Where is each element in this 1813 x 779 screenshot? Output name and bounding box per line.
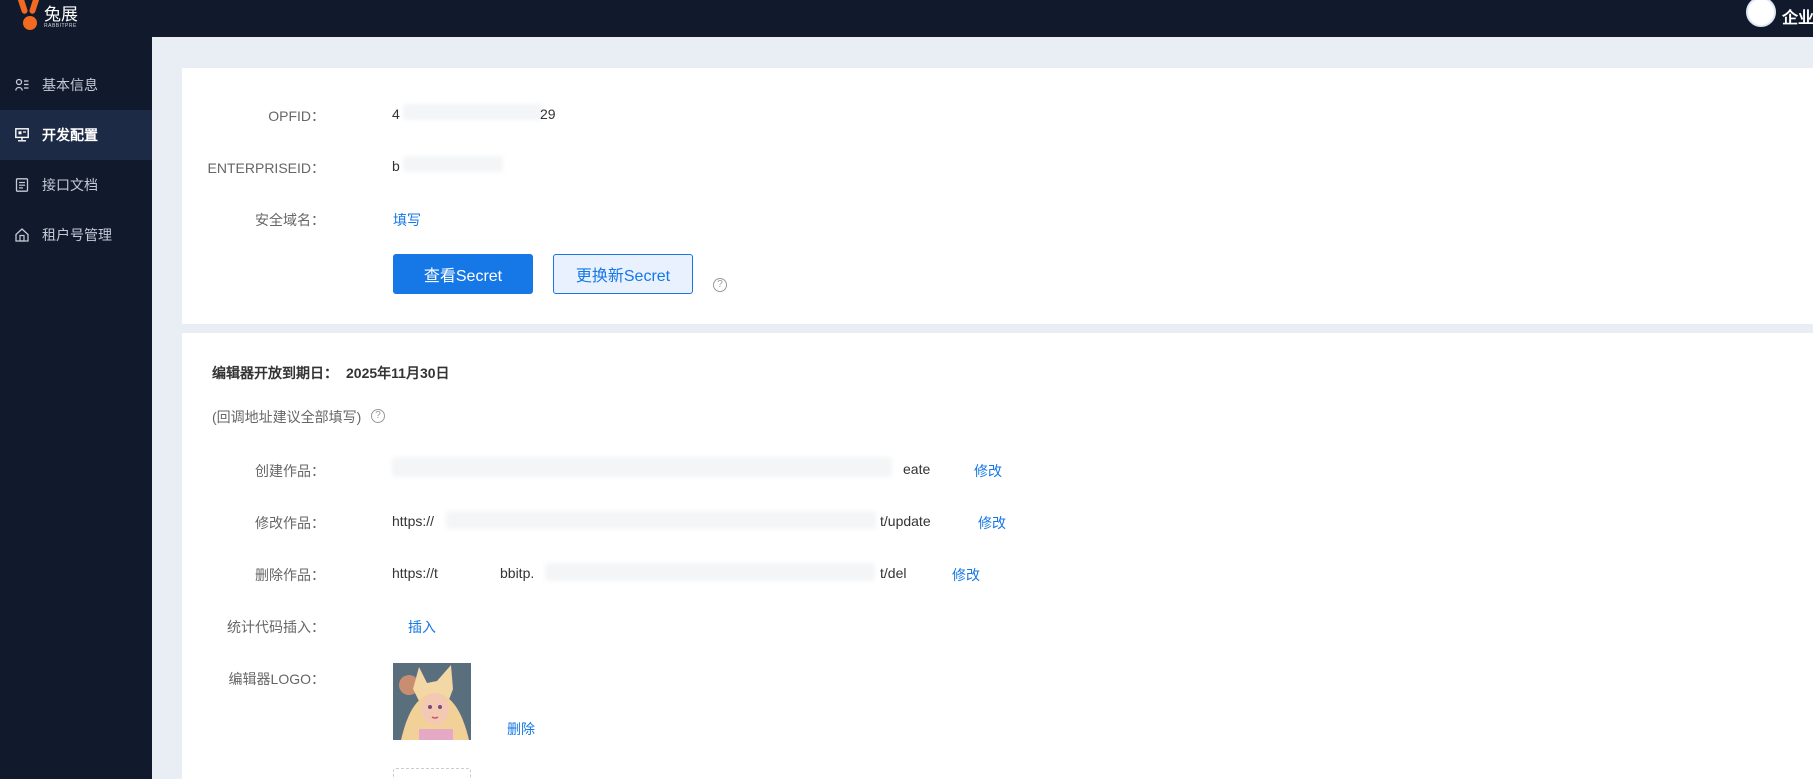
- enterpriseid-label: ENTERPRISEID：: [207, 160, 325, 176]
- editor-expiry-date: 2025年11月30日: [346, 365, 450, 381]
- sidebar-item-api-docs[interactable]: 接口文档: [0, 160, 152, 210]
- create-work-label: 创建作品：: [255, 463, 325, 479]
- redacted-overlay: [545, 563, 875, 581]
- opfid-value-start: 4: [392, 106, 400, 122]
- sidebar-item-label: 租户号管理: [42, 227, 112, 243]
- delete-work-url-end: t/del: [880, 565, 907, 581]
- sidebar-item-tenant-management[interactable]: 租户号管理: [0, 210, 152, 260]
- logo-text: 兔展: [44, 5, 78, 24]
- delete-work-label: 删除作品：: [255, 567, 325, 583]
- user-profile-icon: [15, 78, 29, 92]
- redacted-overlay: [403, 104, 543, 120]
- sidebar: 基本信息 开发配置 接口文档 租户号管理: [0, 37, 152, 779]
- editor-logo-label: 编辑器LOGO：: [228, 671, 325, 687]
- update-work-url-end: t/update: [880, 513, 931, 529]
- rabbit-logo-icon: [17, 0, 42, 32]
- upload-box[interactable]: [393, 768, 471, 779]
- stats-code-label: 统计代码插入：: [227, 619, 325, 635]
- redacted-overlay: [446, 511, 876, 529]
- editor-expiry-label: 编辑器开放到期日：: [212, 365, 338, 381]
- delete-work-edit-link[interactable]: 修改: [952, 565, 980, 585]
- document-icon: [15, 178, 29, 192]
- editor-logo-delete-link[interactable]: 删除: [507, 719, 535, 739]
- stats-code-insert-link[interactable]: 插入: [408, 617, 436, 637]
- view-secret-button[interactable]: 查看Secret: [393, 254, 533, 294]
- sidebar-item-label: 基本信息: [42, 77, 98, 93]
- redacted-overlay: [392, 457, 892, 477]
- enterpriseid-value: b: [392, 158, 400, 174]
- create-work-edit-link[interactable]: 修改: [974, 461, 1002, 481]
- update-work-url-start: https://: [392, 513, 435, 529]
- brand-logo[interactable]: 兔展 RABBITPRE: [17, 0, 78, 34]
- sidebar-item-label: 接口文档: [42, 177, 98, 193]
- sidebar-item-label: 开发配置: [42, 127, 98, 143]
- renew-secret-button[interactable]: 更换新Secret: [553, 254, 693, 294]
- redacted-overlay: [403, 156, 503, 172]
- help-icon[interactable]: ?: [713, 278, 727, 292]
- delete-work-url-start: https://t: [392, 565, 438, 581]
- avatar[interactable]: [1746, 0, 1776, 27]
- sidebar-item-basic-info[interactable]: 基本信息: [0, 60, 152, 110]
- monitor-config-icon: [15, 128, 29, 142]
- sidebar-item-dev-config[interactable]: 开发配置: [0, 110, 152, 160]
- safe-domain-label: 安全域名：: [255, 212, 325, 228]
- update-work-edit-link[interactable]: 修改: [978, 513, 1006, 533]
- callback-hint: (回调地址建议全部填写): [212, 409, 362, 425]
- logo-subtext: RABBITPRE: [44, 23, 77, 29]
- help-icon[interactable]: ?: [371, 409, 385, 423]
- opfid-label: OPFID：: [268, 108, 325, 124]
- delete-work-url-mid: bbitp.: [500, 565, 535, 581]
- editor-logo-image: [393, 663, 471, 740]
- create-work-url-end: eate: [903, 461, 931, 477]
- update-work-label: 修改作品：: [255, 515, 325, 531]
- user-name[interactable]: 企业: [1782, 4, 1813, 28]
- top-bar: 兔展 RABBITPRE 企业: [0, 0, 1813, 37]
- home-icon: [15, 228, 29, 242]
- safe-domain-fill-link[interactable]: 填写: [393, 210, 421, 230]
- opfid-value-end: 29: [540, 106, 556, 122]
